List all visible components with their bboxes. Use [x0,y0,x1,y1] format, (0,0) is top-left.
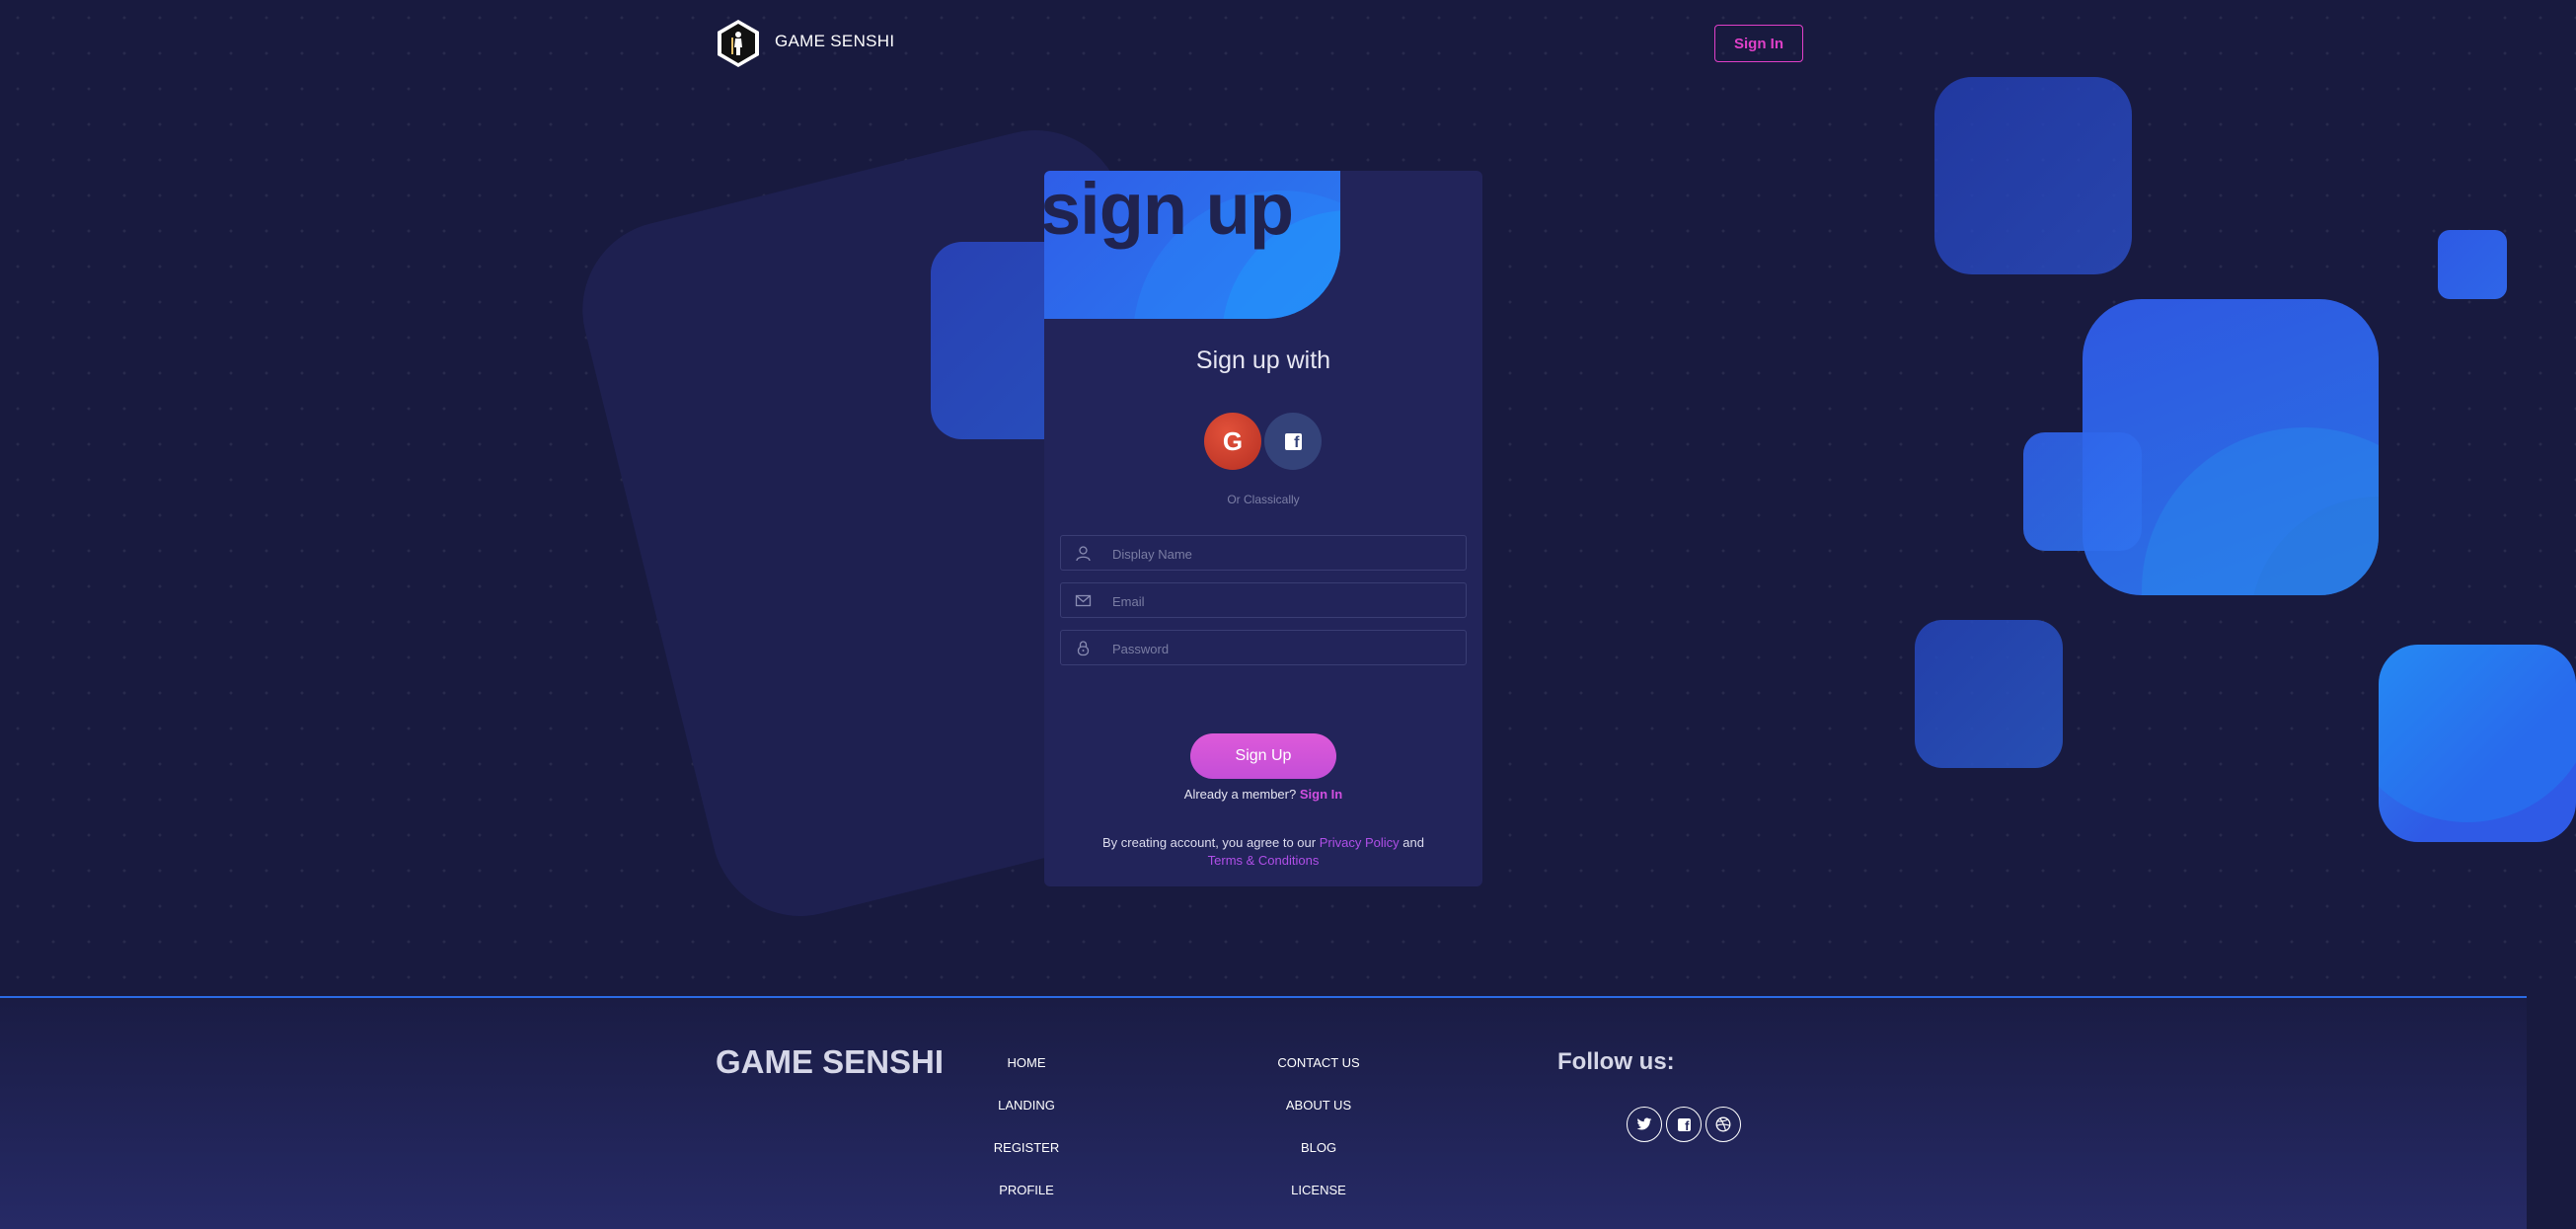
signup-with-heading: Sign up with [1195,346,1331,374]
signup-button[interactable]: Sign Up [1190,733,1336,779]
email-field[interactable] [1060,582,1467,619]
dribbble-button[interactable] [1705,1107,1741,1142]
signup-banner: sign up [1044,171,1340,319]
mail-icon [1075,594,1092,607]
footer-divider [0,996,2527,998]
or-classically-text: Or Classically [1227,493,1300,506]
footer-link-about[interactable]: ABOUT US [1240,1098,1398,1113]
footer-link-profile[interactable]: PROFILE [947,1183,1105,1197]
header-brand[interactable]: GAME SENSHI [775,32,894,51]
display-name-field[interactable] [1060,535,1467,572]
twitter-icon [1636,1117,1652,1130]
signin-link[interactable]: Sign In [1300,787,1342,802]
google-signup-button[interactable]: G [1204,413,1261,470]
follow-us-heading: Follow us: [1557,1048,1675,1075]
password-field[interactable] [1060,630,1467,666]
decor-square [2379,645,2576,842]
terms-and: and [1402,835,1424,850]
footer-link-register[interactable]: REGISTER [947,1140,1105,1155]
footer-link-home[interactable]: HOME [947,1055,1105,1070]
facebook-icon: f [1677,1117,1691,1133]
decor-square [2438,230,2507,299]
google-icon: G [1222,425,1244,456]
footer-link-blog[interactable]: BLOG [1240,1140,1398,1155]
facebook-button[interactable]: f [1666,1107,1702,1142]
terms-text: By creating account, you agree to our Pr… [1044,834,1482,870]
footer-link-contact[interactable]: CONTACT US [1240,1055,1398,1070]
signup-card: sign up Sign up with G f Or Classically … [1044,171,1482,886]
decor-square [1915,620,2063,768]
email-input[interactable] [1110,583,1460,619]
banner-title: sign up [1044,171,1294,250]
decor-square [2023,432,2142,551]
already-member-text: Already a member? Sign In [1044,787,1482,802]
twitter-button[interactable] [1627,1107,1662,1142]
terms-conditions-link[interactable]: Terms & Conditions [1208,853,1320,868]
facebook-icon: f [1284,432,1302,451]
privacy-policy-link[interactable]: Privacy Policy [1320,835,1400,850]
footer-link-landing[interactable]: LANDING [947,1098,1105,1113]
header-signin-button[interactable]: Sign In [1714,25,1803,62]
dribbble-icon [1715,1116,1731,1132]
password-input[interactable] [1110,631,1460,666]
terms-prefix: By creating account, you agree to our [1102,835,1317,850]
footer-brand: GAME SENSHI [716,1043,945,1080]
user-icon [1076,546,1091,562]
lock-icon [1077,641,1090,656]
decor-square [1934,77,2132,274]
facebook-signup-button[interactable]: f [1264,413,1322,470]
already-member-label: Already a member? [1183,787,1297,802]
display-name-input[interactable] [1110,536,1460,572]
footer-link-license[interactable]: LICENSE [1240,1183,1398,1197]
